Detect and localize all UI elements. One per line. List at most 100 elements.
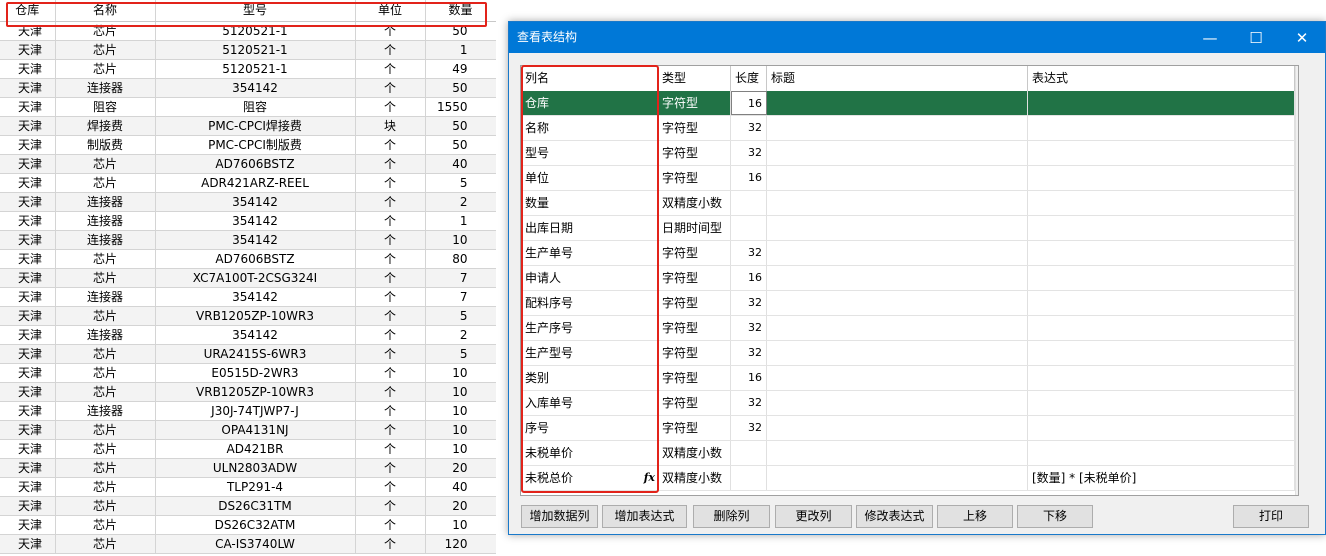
grid-cell[interactable]: 生产单号 (521, 241, 658, 265)
sheet-cell[interactable]: 芯片 (55, 306, 156, 326)
sheet-cell[interactable]: 个 (355, 496, 426, 516)
sheet-cell[interactable]: 连接器 (55, 325, 156, 345)
sheet-cell[interactable]: 芯片 (55, 40, 156, 60)
grid-cell[interactable] (1028, 316, 1295, 340)
grid-cell[interactable]: 申请人 (521, 266, 658, 290)
sheet-cell[interactable]: 个 (355, 21, 426, 41)
grid-cell[interactable]: 生产序号 (521, 316, 658, 340)
maximize-button[interactable]: ☐ (1233, 22, 1279, 53)
sheet-cell[interactable]: 5120521-1 (155, 21, 356, 41)
add-expression-button[interactable]: 增加表达式 (602, 505, 687, 528)
sheet-row[interactable]: 天津 芯片 5120521-1 个 49 (0, 59, 496, 79)
grid-cell[interactable]: 单位 (521, 166, 658, 190)
sheet-cell[interactable]: 50 (425, 21, 496, 41)
grid-row[interactable]: 名称 字符型 32 (521, 116, 1295, 141)
sheet-cell[interactable]: 芯片 (55, 21, 156, 41)
sheet-cell[interactable]: 个 (355, 59, 426, 79)
sheet-cell[interactable]: 天津 (0, 116, 56, 136)
grid-cell[interactable]: 字符型 (658, 241, 731, 265)
grid-col-header[interactable]: 类型 (658, 66, 731, 91)
grid-cell[interactable] (767, 216, 1028, 240)
sheet-cell[interactable]: 2 (425, 325, 496, 345)
sheet-cell[interactable]: 5 (425, 306, 496, 326)
grid-cell[interactable] (767, 241, 1028, 265)
sheet-cell[interactable]: 40 (425, 477, 496, 497)
sheet-cell[interactable]: 49 (425, 59, 496, 79)
grid-cell[interactable]: 字符型 (658, 316, 731, 340)
sheet-cell[interactable]: 连接器 (55, 401, 156, 421)
grid-cell[interactable]: [数量] * [未税单价] (1028, 466, 1295, 490)
grid-row[interactable]: 生产序号 字符型 32 (521, 316, 1295, 341)
scroll-thumb[interactable] (1298, 84, 1299, 328)
sheet-cell[interactable]: 连接器 (55, 78, 156, 98)
grid-cell[interactable] (731, 216, 767, 240)
sheet-cell[interactable]: 个 (355, 382, 426, 402)
grid-row[interactable]: 型号 字符型 32 (521, 141, 1295, 166)
delete-column-button[interactable]: 删除列 (693, 505, 770, 528)
print-button[interactable]: 打印 (1233, 505, 1309, 528)
grid-row[interactable]: 数量 双精度小数 (521, 191, 1295, 216)
sheet-cell[interactable]: 芯片 (55, 515, 156, 535)
sheet-cell[interactable]: 制版费 (55, 135, 156, 155)
grid-cell[interactable] (767, 391, 1028, 415)
grid-cell[interactable]: 类别 (521, 366, 658, 390)
sheet-cell[interactable]: 50 (425, 78, 496, 98)
sheet-cell[interactable]: 个 (355, 135, 426, 155)
sheet-cell[interactable]: 10 (425, 401, 496, 421)
grid-cell[interactable]: 出库日期 (521, 216, 658, 240)
sheet-cell[interactable]: 5120521-1 (155, 59, 356, 79)
sheet-cell[interactable]: 天津 (0, 477, 56, 497)
sheet-row[interactable]: 天津 芯片 ULN2803ADW 个 20 (0, 458, 496, 478)
sheet-row[interactable]: 天津 连接器 354142 个 7 (0, 287, 496, 307)
sheet-cell[interactable]: 1 (425, 40, 496, 60)
sheet-row[interactable]: 天津 连接器 J30J-74TJWP7-J 个 10 (0, 401, 496, 421)
sheet-cell[interactable]: 个 (355, 173, 426, 193)
sheet-cell[interactable]: 芯片 (55, 363, 156, 383)
sheet-cell[interactable]: 5120521-1 (155, 40, 356, 60)
sheet-row[interactable]: 天津 连接器 354142 个 10 (0, 230, 496, 250)
grid-row[interactable]: 未税总价 fx 双精度小数 [数量] * [未税单价] (521, 466, 1295, 491)
sheet-cell[interactable]: 连接器 (55, 192, 156, 212)
sheet-cell[interactable]: 个 (355, 458, 426, 478)
sheet-cell[interactable]: 个 (355, 420, 426, 440)
scroll-up-icon[interactable]: ▲ (1296, 66, 1298, 83)
grid-cell[interactable] (1028, 241, 1295, 265)
sheet-cell[interactable]: DS26C32ATM (155, 515, 356, 535)
sheet-row[interactable]: 天津 芯片 E0515D-2WR3 个 10 (0, 363, 496, 383)
sheet-cell[interactable]: 芯片 (55, 458, 156, 478)
grid-cell[interactable] (767, 266, 1028, 290)
grid-cell[interactable]: 16 (731, 166, 767, 190)
sheet-cell[interactable]: 个 (355, 78, 426, 98)
sheet-row[interactable]: 天津 芯片 URA2415S-6WR3 个 5 (0, 344, 496, 364)
grid-cell[interactable]: 32 (731, 416, 767, 440)
move-down-button[interactable]: 下移 (1017, 505, 1093, 528)
grid-row[interactable]: 序号 字符型 32 (521, 416, 1295, 441)
grid-cell[interactable] (1028, 141, 1295, 165)
grid-cell[interactable] (1028, 366, 1295, 390)
sheet-cell[interactable]: 40 (425, 154, 496, 174)
sheet-cell[interactable]: 50 (425, 135, 496, 155)
sheet-cell[interactable]: 连接器 (55, 230, 156, 250)
grid-cell[interactable] (731, 191, 767, 215)
sheet-cell[interactable]: AD7606BSTZ (155, 249, 356, 269)
sheet-cell[interactable]: 1550 (425, 97, 496, 117)
grid-row[interactable]: 仓库 字符型 16 (521, 91, 1295, 116)
sheet-cell[interactable]: PMC-CPCI焊接费 (155, 116, 356, 136)
sheet-cell[interactable]: 个 (355, 477, 426, 497)
sheet-cell[interactable]: 天津 (0, 97, 56, 117)
sheet-cell[interactable]: 块 (355, 116, 426, 136)
sheet-cell[interactable]: 个 (355, 154, 426, 174)
grid-cell[interactable]: 32 (731, 391, 767, 415)
grid-cell[interactable]: 16 (731, 366, 767, 390)
grid-cell[interactable] (767, 341, 1028, 365)
grid-col-header[interactable]: 标题 (767, 66, 1028, 91)
sheet-cell[interactable]: 天津 (0, 59, 56, 79)
sheet-row[interactable]: 天津 芯片 XC7A100T-2CSG324I 个 7 (0, 268, 496, 288)
sheet-cell[interactable]: 芯片 (55, 59, 156, 79)
grid-cell[interactable] (767, 191, 1028, 215)
sheet-cell[interactable]: 天津 (0, 249, 56, 269)
grid-cell[interactable]: 字符型 (658, 366, 731, 390)
vertical-scrollbar[interactable]: ▲ ▼ (1295, 66, 1299, 495)
grid-cell[interactable]: 16 (731, 266, 767, 290)
sheet-cell[interactable]: 10 (425, 439, 496, 459)
